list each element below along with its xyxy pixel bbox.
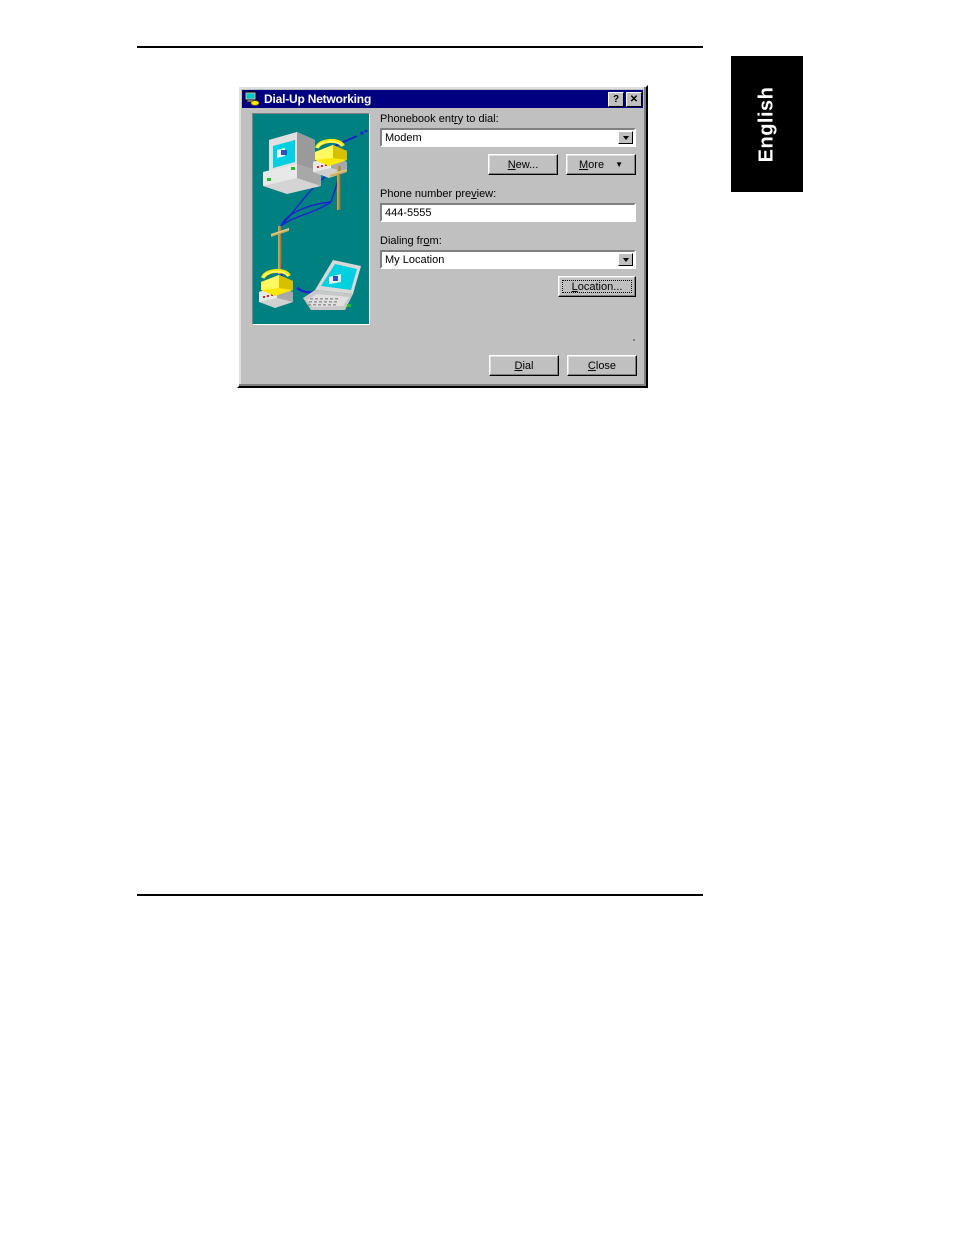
more-button-label: ore [588, 158, 605, 171]
page-rule-top [137, 46, 703, 48]
dialing-from-combobox[interactable]: My Location [380, 250, 636, 269]
language-tab-label: English [755, 86, 778, 162]
telephone-bottom [259, 269, 293, 308]
dialing-label-pre: Dialing fr [380, 235, 424, 247]
chevron-down-icon[interactable] [618, 253, 633, 266]
phone-preview-label: Phone number preview: [380, 188, 636, 200]
close-icon[interactable]: ✕ [626, 91, 642, 107]
phonebook-label-post: y to dial: [457, 113, 499, 125]
phone-preview-group: Phone number preview: 444-5555 [380, 188, 636, 222]
dial-up-networking-dialog: Dial-Up Networking ? ✕ Phonebook entry t… [237, 85, 648, 388]
phonebook-entry-label: Phonebook entry to dial: [380, 113, 636, 125]
dialing-from-label: Dialing from: [380, 235, 636, 247]
language-tab: English [731, 56, 803, 192]
phonebook-entry-value: Modem [385, 131, 422, 144]
dialing-from-group: Dialing from: My Location Location... [380, 235, 636, 297]
dialog-action-buttons: Dial Close [489, 355, 637, 376]
dial-button-label: ial [522, 359, 534, 372]
preview-label-pre: Phone number pre [380, 188, 472, 200]
new-button-accel: N [507, 158, 516, 171]
dialog-fields: Phonebook entry to dial: Modem New... Mo… [380, 113, 636, 297]
new-button-label: ew... [515, 158, 539, 171]
phone-preview-input[interactable]: 444-5555 [380, 203, 636, 222]
location-button-row: Location... [380, 276, 636, 297]
close-button[interactable]: Close [567, 355, 637, 376]
dial-up-networking-icon [244, 91, 260, 107]
page-rule-bottom [137, 894, 703, 896]
phonebook-entry-combobox[interactable]: Modem [380, 128, 636, 147]
phonebook-button-row: New... More ▼ [380, 154, 636, 175]
more-button-accel: M [579, 158, 589, 171]
phonebook-label-pre: Phonebook ent [380, 113, 455, 125]
close-button-label: lose [595, 359, 617, 372]
location-button-label: ocation... [577, 280, 623, 293]
more-button[interactable]: More ▼ [566, 154, 636, 175]
preview-label-post: iew: [476, 188, 497, 200]
dial-button[interactable]: Dial [489, 355, 559, 376]
more-dropdown-arrow-icon: ▼ [615, 160, 623, 169]
dial-up-illustration [252, 113, 370, 325]
dialog-title: Dial-Up Networking [264, 92, 372, 106]
desktop-computer [263, 132, 321, 194]
dialing-from-value: My Location [385, 253, 445, 266]
new-button[interactable]: New... [488, 154, 558, 175]
phone-preview-value: 444-5555 [385, 206, 432, 219]
help-button[interactable]: ? [608, 91, 624, 107]
dialing-label-post: m: [429, 235, 442, 247]
close-button-accel: C [587, 359, 596, 372]
render-artifact-dot [633, 339, 635, 341]
chevron-down-icon[interactable] [618, 131, 633, 144]
location-button[interactable]: Location... [558, 276, 636, 297]
dialog-titlebar[interactable]: Dial-Up Networking ? ✕ [242, 90, 643, 108]
